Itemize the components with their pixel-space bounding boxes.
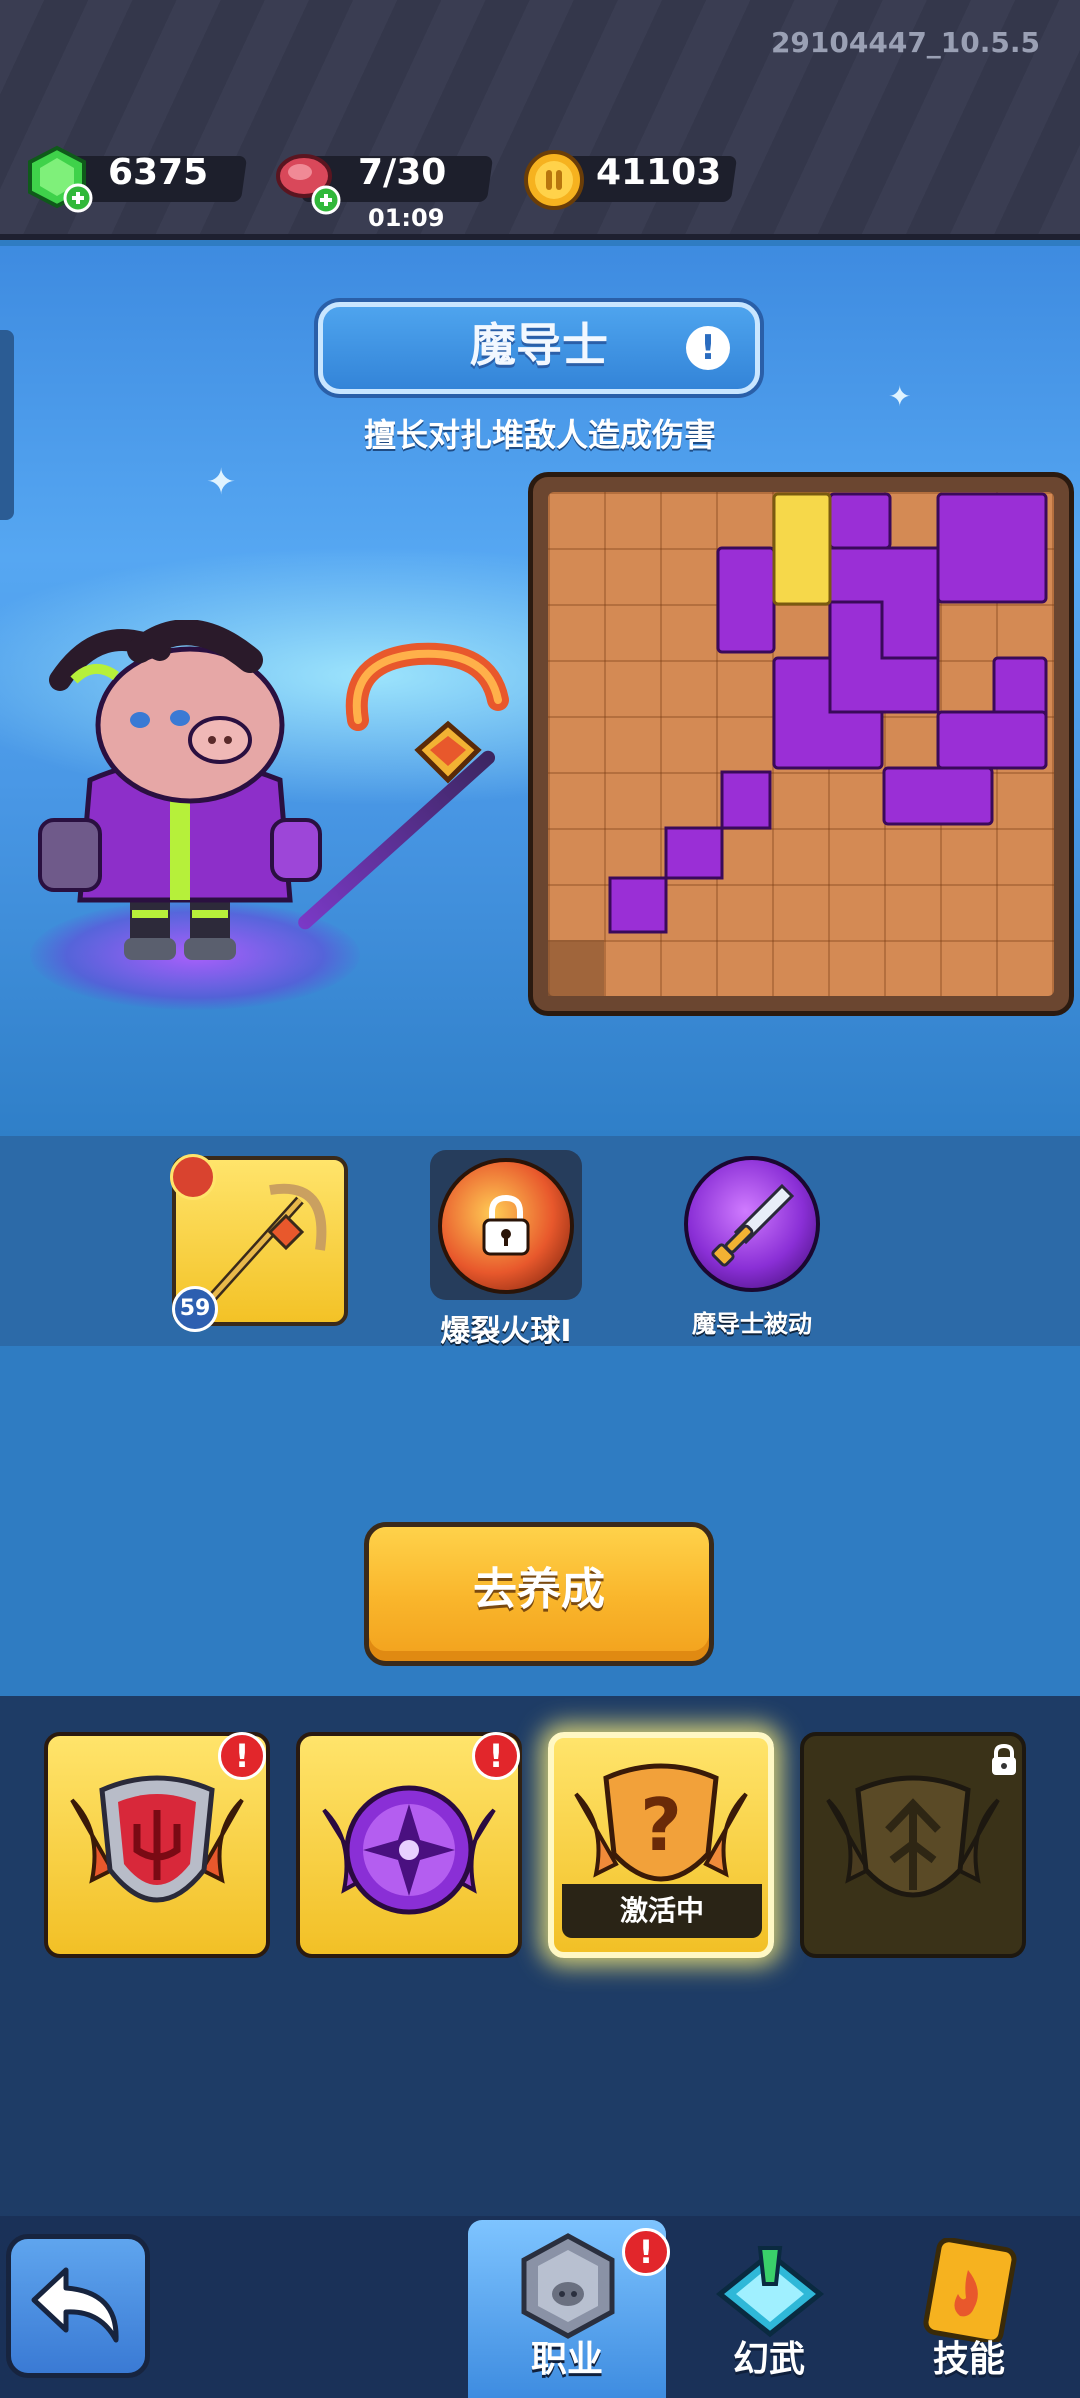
alert-badge: !	[622, 2228, 670, 2276]
sword-icon	[711, 1183, 795, 1267]
weapon-level: 59	[172, 1286, 218, 1332]
skill-2-label: 魔导士被动	[692, 1310, 812, 1338]
grid-piece[interactable]	[936, 710, 1048, 770]
gems-value: 6375	[108, 152, 209, 193]
question-shield-icon: ?	[574, 1763, 748, 1882]
alert-badge: !	[218, 1732, 266, 1780]
build-version: 29104447_10.5.5	[770, 26, 1040, 59]
sparkle-icon: ✦	[888, 380, 912, 413]
lock-icon	[992, 1743, 1016, 1775]
tab-phantom-label[interactable]: 幻武	[670, 2330, 868, 2382]
svg-text:?: ?	[640, 1783, 682, 1867]
stamina-value: 7/30	[358, 152, 447, 193]
grid-piece[interactable]	[936, 492, 1048, 604]
skill-card-icon	[923, 2238, 1017, 2342]
coins-value: 41103	[596, 152, 722, 193]
grid-piece[interactable]	[828, 492, 892, 550]
back-arrow-icon	[31, 2267, 119, 2343]
tab-class-label: 职业	[530, 2339, 603, 2380]
trident-shield-icon	[70, 1775, 244, 1903]
upgrade-button-label: 去养成	[473, 1564, 605, 1615]
lock-icon	[482, 1194, 530, 1256]
stamina-timer: 01:09	[368, 204, 445, 232]
grid-piece-yellow[interactable]	[772, 492, 832, 606]
phantom-weapon-icon	[715, 2246, 825, 2338]
active-status-label: 激活中	[619, 1894, 704, 1927]
grid-piece-staff[interactable]	[608, 770, 772, 934]
sparkle-icon: ✦	[206, 462, 237, 503]
staff-head-icon	[345, 642, 509, 784]
grid-pieces	[548, 492, 1048, 996]
class-description: 擅长对扎堆敌人造成伤害	[363, 416, 716, 454]
gem-plus-icon[interactable]	[24, 144, 94, 214]
pig-badge-icon	[521, 2233, 615, 2339]
coin-icon	[524, 150, 584, 210]
grid-piece[interactable]	[716, 546, 776, 654]
arrow-shield-icon	[826, 1775, 1000, 1898]
weapon-fire-badge	[170, 1154, 216, 1200]
grid-piece[interactable]	[882, 766, 994, 826]
meat-plus-icon[interactable]	[272, 146, 342, 216]
shuriken-shield-icon	[322, 1785, 496, 1915]
info-icon[interactable]: !	[686, 326, 730, 370]
alert-badge: !	[472, 1732, 520, 1780]
tab-skill-label[interactable]: 技能	[870, 2330, 1068, 2382]
skill-1-label: 爆裂火球I	[440, 1314, 572, 1349]
